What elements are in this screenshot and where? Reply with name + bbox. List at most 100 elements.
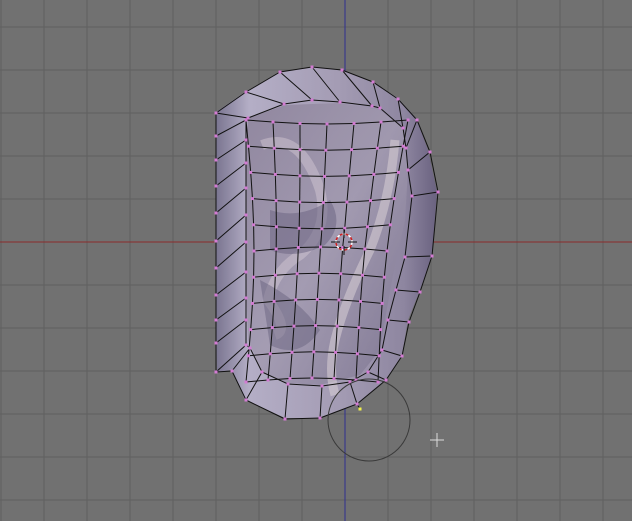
mesh-vertex[interactable]	[410, 194, 414, 198]
mesh-vertex[interactable]	[290, 350, 294, 354]
mesh-vertex[interactable]	[214, 158, 218, 162]
mesh-vertex[interactable]	[339, 272, 343, 276]
mesh-vertex[interactable]	[244, 118, 248, 122]
mesh-vertex[interactable]	[298, 148, 302, 152]
mesh-vertex[interactable]	[252, 223, 256, 227]
mesh-vertex[interactable]	[252, 275, 256, 279]
mesh-vertex[interactable]	[361, 273, 365, 277]
mesh-vertex[interactable]	[401, 144, 405, 148]
mesh-vertex[interactable]	[271, 120, 275, 124]
mesh-vertex[interactable]	[386, 318, 390, 322]
mesh-vertex[interactable]	[318, 416, 322, 420]
mesh-vertex[interactable]	[288, 377, 292, 381]
mesh-vertex[interactable]	[392, 197, 396, 201]
mesh-vertex[interactable]	[396, 170, 400, 174]
mesh-vertex[interactable]	[310, 65, 314, 69]
mesh-vertex[interactable]	[400, 354, 404, 358]
mesh-vertex[interactable]	[214, 293, 218, 297]
mesh-vertex[interactable]	[249, 328, 253, 332]
mesh-vertex[interactable]	[366, 225, 370, 229]
mesh-vertex[interactable]	[268, 352, 272, 356]
mesh-vertex[interactable]	[270, 326, 274, 330]
mesh-vertex[interactable]	[244, 296, 248, 300]
mesh-vertex[interactable]	[359, 299, 363, 303]
mesh-vertex[interactable]	[363, 247, 367, 251]
mesh-vertex[interactable]	[298, 200, 302, 204]
mesh-vertex[interactable]	[345, 200, 349, 204]
mesh-vertex[interactable]	[230, 369, 234, 373]
mesh-vertex[interactable]	[214, 111, 218, 115]
mesh-vertex[interactable]	[312, 350, 316, 354]
mesh-vertex[interactable]	[296, 246, 300, 250]
mesh-vertex[interactable]	[366, 370, 370, 374]
mesh-vertex[interactable]	[370, 104, 374, 108]
mesh-vertex[interactable]	[406, 118, 410, 122]
mesh-vertex[interactable]	[369, 199, 373, 203]
mesh-vertex[interactable]	[310, 98, 314, 102]
mesh-vertex[interactable]	[321, 201, 325, 205]
mesh-vertex[interactable]	[372, 172, 376, 176]
mesh-vertex[interactable]	[266, 378, 270, 382]
mesh-vertex[interactable]	[244, 138, 248, 142]
mesh-vertex[interactable]	[282, 102, 286, 106]
mesh-vertex[interactable]	[350, 148, 354, 152]
mesh-vertex[interactable]	[214, 211, 218, 215]
mesh-vertex[interactable]	[371, 80, 375, 84]
3d-viewport[interactable]	[0, 0, 632, 521]
mesh-vertex[interactable]	[273, 273, 277, 277]
mesh-vertex[interactable]	[244, 270, 248, 274]
mesh-vertex[interactable]	[260, 370, 264, 374]
selected-mesh-vertex[interactable]	[358, 407, 362, 411]
mesh-vertex[interactable]	[396, 97, 400, 101]
mesh-vertex[interactable]	[401, 126, 405, 130]
mesh-vertex[interactable]	[314, 324, 318, 328]
mesh-vertex[interactable]	[246, 144, 250, 148]
mesh-vertex[interactable]	[376, 380, 380, 384]
mesh-vertex[interactable]	[297, 226, 301, 230]
ear-mesh[interactable]	[214, 65, 440, 421]
mesh-vertex[interactable]	[244, 186, 248, 190]
mesh-vertex[interactable]	[244, 90, 248, 94]
mesh-vertex[interactable]	[406, 168, 410, 172]
mesh-vertex[interactable]	[319, 245, 322, 249]
mesh-vertex[interactable]	[248, 346, 252, 350]
mesh-vertex[interactable]	[274, 199, 278, 203]
mesh-vertex[interactable]	[357, 326, 361, 330]
mesh-vertex[interactable]	[347, 174, 351, 178]
mesh-vertex[interactable]	[388, 223, 392, 227]
mesh-vertex[interactable]	[382, 275, 386, 279]
mesh-vertex[interactable]	[334, 350, 338, 354]
mesh-vertex[interactable]	[407, 320, 411, 324]
mesh-vertex[interactable]	[385, 249, 389, 253]
mesh-vertex[interactable]	[315, 297, 319, 301]
mesh-vertex[interactable]	[436, 190, 440, 194]
mesh-vertex[interactable]	[250, 301, 254, 305]
mesh-vertex[interactable]	[298, 121, 302, 125]
mesh-vertex[interactable]	[418, 290, 422, 294]
mesh-vertex[interactable]	[250, 197, 254, 201]
mesh-vertex[interactable]	[244, 213, 248, 217]
mesh-vertex[interactable]	[352, 121, 356, 125]
mesh-vertex[interactable]	[430, 254, 434, 258]
mesh-vertex[interactable]	[324, 148, 328, 152]
mesh-vertex[interactable]	[403, 255, 407, 259]
mesh-vertex[interactable]	[278, 70, 282, 74]
mesh-vertex[interactable]	[378, 328, 382, 332]
mesh-vertex[interactable]	[320, 227, 324, 231]
mesh-vertex[interactable]	[375, 146, 379, 150]
mesh-vertex[interactable]	[214, 184, 218, 188]
mesh-vertex[interactable]	[298, 174, 302, 178]
mesh-vertex[interactable]	[249, 170, 253, 174]
mesh-vertex[interactable]	[214, 370, 218, 374]
mesh-vertex[interactable]	[292, 324, 296, 328]
mesh-vertex[interactable]	[244, 240, 248, 244]
mesh-vertex[interactable]	[244, 343, 248, 347]
mesh-vertex[interactable]	[379, 120, 383, 124]
mesh-vertex[interactable]	[244, 398, 248, 402]
mesh-vertex[interactable]	[274, 247, 278, 251]
mesh-vertex[interactable]	[244, 161, 248, 165]
mesh-vertex[interactable]	[214, 318, 218, 322]
mesh-vertex[interactable]	[428, 150, 432, 154]
mesh-vertex[interactable]	[323, 174, 327, 178]
mesh-vertex[interactable]	[335, 324, 339, 328]
